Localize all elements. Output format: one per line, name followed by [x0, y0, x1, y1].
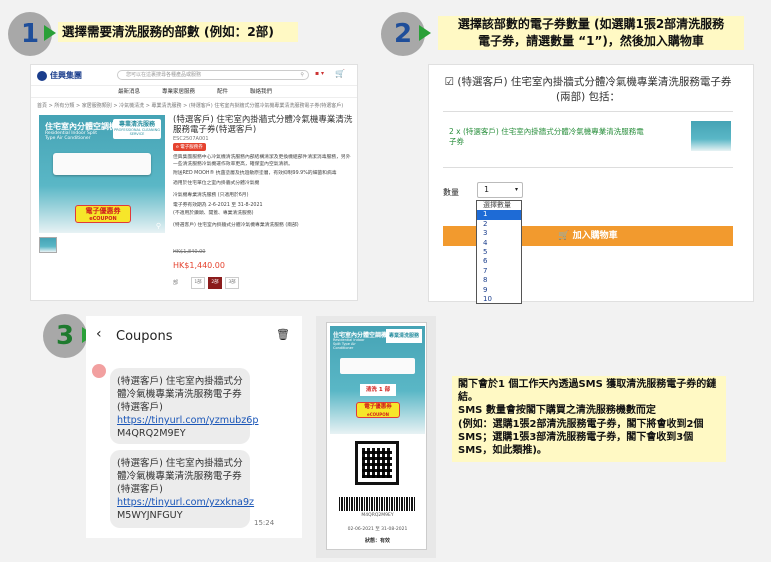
sms-thread-title: Coupons [116, 329, 173, 344]
search-icon[interactable]: ⚲ [300, 71, 304, 79]
product-thumbnail[interactable] [39, 237, 57, 253]
divider [443, 167, 733, 168]
note-line-3: (例如：選購1張2部清洗服務電子券，閣下將會收到2個 SMS；選購1張3部清洗服… [458, 418, 704, 457]
cart-panel: ☑ (特選客戶) 住宅室內掛牆式分體冷氣機專業清洗服務電子券 (兩部) 包括： … [428, 64, 754, 304]
option-1-unit[interactable]: 1部 [191, 277, 205, 289]
note-line-1: 閣下會於1 個工作天內透過SMS 獲取清洗服務電子券的鏈結。 [458, 379, 717, 404]
unit-count-options: 1部 2部 3部 [191, 277, 239, 289]
sms-info-note: 閣下會於1 個工作天內透過SMS 獲取清洗服務電子券的鏈結。 SMS 數量會按閣… [452, 376, 726, 462]
zoom-icon[interactable]: ⚲ [156, 222, 161, 230]
message-1-text: (特選客戶) 住宅室內掛牆式分體冷氣機專業清洗服務電子券(特選客戶) [117, 376, 243, 413]
aircon-unit-illustration [53, 153, 151, 175]
sms-message-2: (特選客戶) 住宅室內掛牆式分體冷氣機專業清洗服務電子券(特選客戶) https… [110, 450, 254, 528]
ecoupon-validity: 02-06-2021 至 31-08-2021 [347, 527, 408, 532]
dropdown-option-6[interactable]: 6 [477, 257, 521, 266]
quantity-select[interactable]: 1 ▾ [477, 182, 523, 198]
ecoupon-image: 住宅室內分體空調機 Residential Indoor Split Type … [330, 326, 425, 434]
service-badge: 專業清洗服務 PROFESSIONAL CLEANING SERVICE [113, 119, 161, 139]
search-input[interactable]: 您可以在這裏搜尋各種產品或服務 ⚲ [117, 70, 309, 80]
divider [443, 111, 733, 112]
nav-item-home-services[interactable]: 專業家居服務 [162, 86, 195, 97]
nav-item-news[interactable]: 最新消息 [118, 86, 140, 97]
ecoupon-service-badge: 專業清洗服務 [386, 329, 422, 343]
trash-icon[interactable]: 🗑 [276, 328, 290, 341]
main-nav: 最新消息 專業家居服務 配件 聯絡我們 [31, 85, 357, 98]
message-1-code: M4QRQ2M9EY [117, 428, 186, 439]
message-2-code: M5WYJNFGUY [117, 510, 183, 521]
product-title: (特選客戶) 住宅室內掛牆式分體冷氣機專業清洗服務電子券(特選客戶) [173, 115, 353, 135]
product-description: 佳興集團服務中心冷氣機清洗服務內部結構清潔及更換機組部件清潔消毒服務，另外一些清… [173, 155, 351, 228]
original-price: HK$1,840.00 [173, 249, 206, 255]
ecoupon-badge: 電子優惠券 eCOUPON [356, 402, 400, 418]
quantity-label: 數量 [443, 188, 459, 197]
message-1-link[interactable]: https://tinyurl.com/yzmubz6p [117, 414, 259, 427]
dropdown-option-5[interactable]: 5 [477, 248, 521, 257]
product-image-subtitle: Residential Indoor Split Type Air Condit… [45, 131, 98, 141]
nav-item-accessories[interactable]: 配件 [217, 86, 228, 97]
dropdown-option-placeholder[interactable]: 選擇數量 [477, 201, 521, 210]
dropdown-option-8[interactable]: 8 [477, 276, 521, 285]
dropdown-option-1[interactable]: 1 [477, 210, 521, 220]
shop-product-page: 佳興集團 您可以在這裏搜尋各種產品或服務 ⚲ ▪ ▾ 🛒 最新消息 專業家居服務 … [30, 64, 358, 301]
dropdown-option-9[interactable]: 9 [477, 286, 521, 295]
ecoupon-status: 狀態：有效 [364, 538, 390, 544]
message-2-link[interactable]: https://tinyurl.com/yzxkna9z [117, 496, 254, 509]
step-2-instruction: 選擇該部數的電子券數量 (如選購1張2部清洗服務 電子券，請選數量 “1”)，然… [438, 16, 744, 50]
bundle-item-thumbnail [691, 121, 731, 151]
ecoupon-code: M4QRQ2M9EY [361, 513, 394, 518]
barcode [339, 497, 415, 511]
qr-code [355, 441, 399, 485]
message-2-text: (特選客戶) 住宅室內掛牆式分體冷氣機專業清洗服務電子券(特選客戶) [117, 458, 243, 495]
qty-label: 部 [173, 280, 179, 286]
aircon-unit-illustration [340, 358, 415, 374]
chevron-down-icon: ▾ [514, 186, 518, 193]
dropdown-option-2[interactable]: 2 [477, 220, 521, 229]
ecoupon-unit-count: 清洗 1 部 [360, 384, 396, 396]
logo-icon [37, 70, 47, 81]
ecoupon-screen: 住宅室內分體空調機 Residential Indoor Split Type … [316, 316, 436, 558]
option-2-units-selected[interactable]: 2部 [208, 277, 222, 289]
step-2-line2: 電子券，請選數量 “1”)，然後加入購物車 [478, 34, 704, 48]
product-sku: ESC2507A001 [173, 136, 209, 142]
bundle-item-link[interactable]: 2 x (特選客戶) 住宅室內掛牆式分體冷氣機專業清洗服務電子券 [449, 127, 649, 147]
step-1-instruction: 選擇需要清洗服務的部數 (例如：2部) [58, 22, 298, 42]
note-line-2: SMS 數量會按閣下購買之清洗服務機數而定 [458, 405, 656, 417]
dropdown-option-7[interactable]: 7 [477, 267, 521, 276]
ecoupon-badge: 電子優惠券 eCOUPON [75, 205, 131, 223]
cart-icon: 🛒 [558, 231, 570, 241]
dropdown-option-10[interactable]: 10 [477, 295, 521, 304]
nav-item-contact[interactable]: 聯絡我們 [250, 86, 272, 97]
message-timestamp: 15:24 [254, 519, 275, 527]
logo-text: 佳興集團 [50, 71, 82, 80]
bundle-heading: ☑ (特選客戶) 住宅室內掛牆式分體冷氣機專業清洗服務電子券 (兩部) 包括： [444, 76, 732, 103]
back-arrow-icon[interactable]: ‹ [96, 326, 102, 342]
product-image[interactable]: 住宅室內分體空調機 Residential Indoor Split Type … [39, 115, 165, 233]
sms-message-1: (特選客戶) 住宅室內掛牆式分體冷氣機專業清洗服務電子券(特選客戶) https… [110, 368, 259, 444]
sms-screen: ‹ Coupons 🗑 (特選客戶) 住宅室內掛牆式分體冷氣機專業清洗服務電子券… [86, 316, 302, 538]
step-3-badge: 3 [43, 314, 87, 358]
checkbox-icon: ☑ [444, 76, 455, 88]
ecoupon-tag: e 電子服務券 [173, 143, 206, 151]
avatar [92, 364, 106, 378]
step-1-arrow [44, 25, 56, 41]
ecoupon-card: 住宅室內分體空調機 Residential Indoor Split Type … [326, 322, 427, 550]
breadcrumb: 首頁 > 所有分類 > 家居服務類別 > 冷氣機清洗 > 專業清洗服務 > (特… [37, 103, 344, 109]
dropdown-option-3[interactable]: 3 [477, 229, 521, 238]
step-2-line1: 選擇該部數的電子券數量 (如選購1張2部清洗服務 [457, 17, 725, 31]
cart-icon[interactable]: 🛒 [335, 69, 345, 78]
step-2-arrow [419, 25, 431, 41]
option-3-units[interactable]: 3部 [225, 277, 239, 289]
ecoupon-image-subtitle: Residential Indoor Split Type Air Condit… [333, 338, 365, 350]
dropdown-option-4[interactable]: 4 [477, 239, 521, 248]
shop-logo[interactable]: 佳興集團 [37, 70, 82, 81]
price: HK$1,440.00 [173, 261, 225, 270]
quantity-dropdown-list: 選擇數量 1 2 3 4 5 6 7 8 9 10 [476, 200, 522, 304]
language-switch[interactable]: ▪ ▾ [315, 70, 324, 77]
